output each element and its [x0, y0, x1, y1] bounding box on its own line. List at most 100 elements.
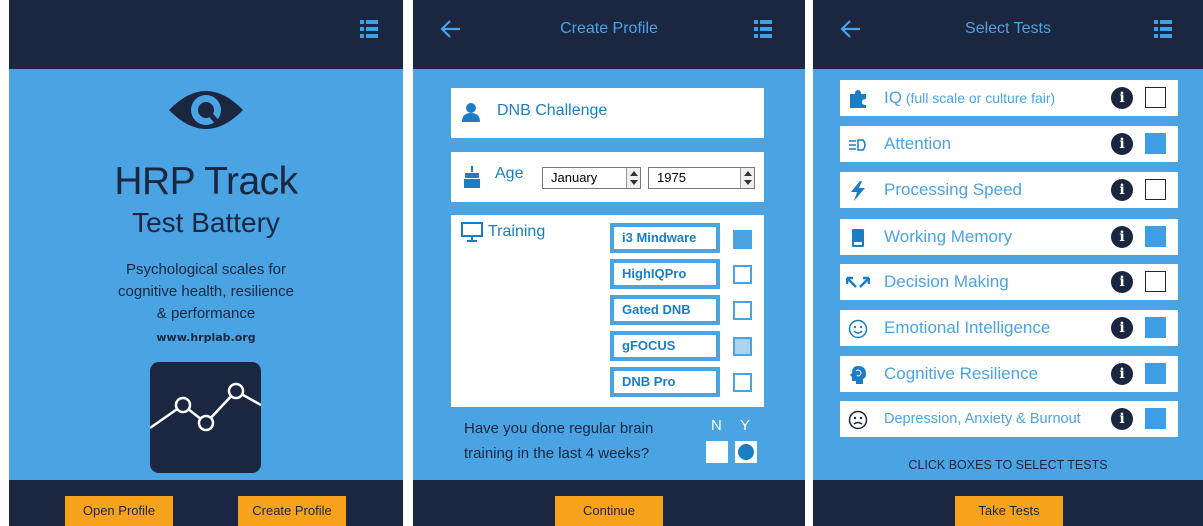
tagline-line: cognitive health, resilience [118, 283, 294, 300]
test-row-iq[interactable]: IQ (full scale or culture fair) i [840, 80, 1178, 116]
sad-face-icon [848, 410, 868, 430]
test-checkbox[interactable] [1145, 133, 1166, 154]
test-name: Decision Making [884, 272, 1009, 291]
memory-card-icon [852, 229, 864, 247]
top-bar: Create Profile [413, 0, 805, 69]
bottom-bar: Take Tests [813, 480, 1203, 526]
bottom-bar: Continue [413, 480, 805, 526]
program-dnb-pro[interactable]: DNB Pro [610, 367, 720, 397]
app-subtitle: Test Battery [132, 207, 280, 238]
app-title: HRP Track [114, 160, 298, 203]
test-row-cognitive-resilience[interactable]: Cognitive Resilience i [840, 356, 1178, 392]
yes-label: Y [740, 417, 751, 434]
training-question: Have you done regular brain training in … [464, 416, 704, 466]
brain-head-icon [850, 366, 866, 384]
program-highiqpro[interactable]: HighIQPro [610, 259, 720, 289]
test-label: IQ (full scale or culture fair) [884, 80, 1055, 116]
age-card: Age January 1975 [451, 152, 764, 202]
program-checkbox[interactable] [733, 373, 752, 392]
info-icon[interactable]: i [1111, 179, 1133, 201]
test-name-suffix: (full scale or culture fair) [901, 90, 1056, 106]
question-line: Have you done regular brain [464, 420, 654, 437]
profile-name-value: DNB Challenge [497, 102, 608, 119]
program-gated-dnb[interactable]: Gated DNB [610, 295, 720, 325]
select-tests-screen: Select Tests IQ (full scale or culture f… [813, 0, 1203, 526]
program-checkbox[interactable] [733, 230, 752, 249]
test-checkbox[interactable] [1145, 317, 1166, 338]
create-profile-screen: Create Profile DNB Challenge Age January… [413, 0, 805, 526]
program-gfocus[interactable]: gFOCUS [610, 331, 720, 361]
test-row-emotional-intelligence[interactable]: Emotional Intelligence i [840, 310, 1178, 346]
lightning-icon [851, 181, 865, 201]
info-icon[interactable]: i [1111, 133, 1133, 155]
arrows-icon [846, 276, 870, 288]
monitor-icon [461, 222, 483, 242]
test-checkbox[interactable] [1145, 408, 1166, 429]
test-checkbox[interactable] [1145, 226, 1166, 247]
stepper-arrows-icon[interactable] [626, 168, 640, 188]
test-checkbox[interactable] [1145, 271, 1166, 292]
stepper-arrows-icon[interactable] [740, 168, 754, 188]
line-chart-icon [149, 362, 262, 473]
menu-icon[interactable] [754, 20, 772, 38]
cake-icon [464, 166, 480, 188]
name-card[interactable]: DNB Challenge [451, 88, 764, 138]
test-checkbox[interactable] [1145, 363, 1166, 384]
test-checkbox[interactable] [1145, 179, 1166, 200]
eye-logo-icon [169, 91, 243, 129]
user-icon [462, 103, 480, 122]
home-screen: HRP Track Test Battery Psychological sca… [9, 0, 403, 526]
tagline-line: Psychological scales for [125, 261, 287, 278]
test-row-working-memory[interactable]: Working Memory i [840, 219, 1178, 255]
puzzle-icon [850, 90, 866, 108]
test-name: Emotional Intelligence [884, 318, 1051, 337]
attention-icon [849, 139, 866, 151]
program-i3-mindware[interactable]: i3 Mindware [610, 223, 720, 253]
program-checkbox[interactable] [733, 301, 752, 320]
training-label: Training [488, 223, 546, 240]
smiley-icon [848, 319, 868, 339]
test-name: IQ [884, 88, 902, 107]
test-row-decision-making[interactable]: Decision Making i [840, 264, 1178, 300]
info-icon[interactable]: i [1111, 226, 1133, 248]
test-name: Working Memory [884, 227, 1013, 246]
info-icon[interactable]: i [1111, 87, 1133, 109]
no-option[interactable] [706, 441, 728, 463]
month-stepper[interactable]: January [542, 167, 641, 189]
test-row-processing-speed[interactable]: Processing Speed i [840, 172, 1178, 208]
page-title: Create Profile [560, 20, 658, 37]
create-profile-button[interactable]: Create Profile [238, 496, 346, 526]
selected-dot-icon [738, 444, 754, 460]
open-profile-button[interactable]: Open Profile [65, 496, 173, 526]
training-card: Training i3 Mindware HighIQPro Gated DNB… [451, 215, 764, 407]
menu-icon[interactable] [360, 20, 378, 38]
program-checkbox[interactable] [733, 337, 752, 356]
continue-button[interactable]: Continue [555, 496, 663, 526]
test-name: Attention [884, 134, 952, 153]
instruction-text: CLICK BOXES TO SELECT TESTS [908, 458, 1108, 472]
page-title: Select Tests [965, 20, 1051, 37]
month-value: January [551, 170, 598, 185]
info-icon[interactable]: i [1111, 363, 1133, 385]
test-name: Processing Speed [884, 180, 1022, 199]
year-stepper[interactable]: 1975 [648, 167, 755, 189]
yes-option[interactable] [735, 441, 757, 463]
tagline-line: & performance [156, 305, 256, 322]
bottom-bar: Open Profile Create Profile [9, 480, 403, 526]
question-line: training in the last 4 weeks? [464, 445, 650, 462]
info-icon[interactable]: i [1111, 317, 1133, 339]
test-row-attention[interactable]: Attention i [840, 126, 1178, 162]
test-checkbox[interactable] [1145, 87, 1166, 108]
test-name: Depression, Anxiety & Burnout [884, 411, 1081, 427]
info-icon[interactable]: i [1111, 271, 1133, 293]
test-name: Cognitive Resilience [884, 364, 1039, 383]
age-label: Age [495, 165, 524, 182]
top-bar: Select Tests [813, 0, 1203, 69]
year-value: 1975 [657, 170, 686, 185]
menu-icon[interactable] [1154, 20, 1172, 38]
test-row-depression-anxiety-burnout[interactable]: Depression, Anxiety & Burnout i [840, 401, 1178, 437]
program-checkbox[interactable] [733, 265, 752, 284]
take-tests-button[interactable]: Take Tests [955, 496, 1063, 526]
website-url: www.hrplab.org [156, 331, 256, 344]
info-icon[interactable]: i [1111, 408, 1133, 430]
